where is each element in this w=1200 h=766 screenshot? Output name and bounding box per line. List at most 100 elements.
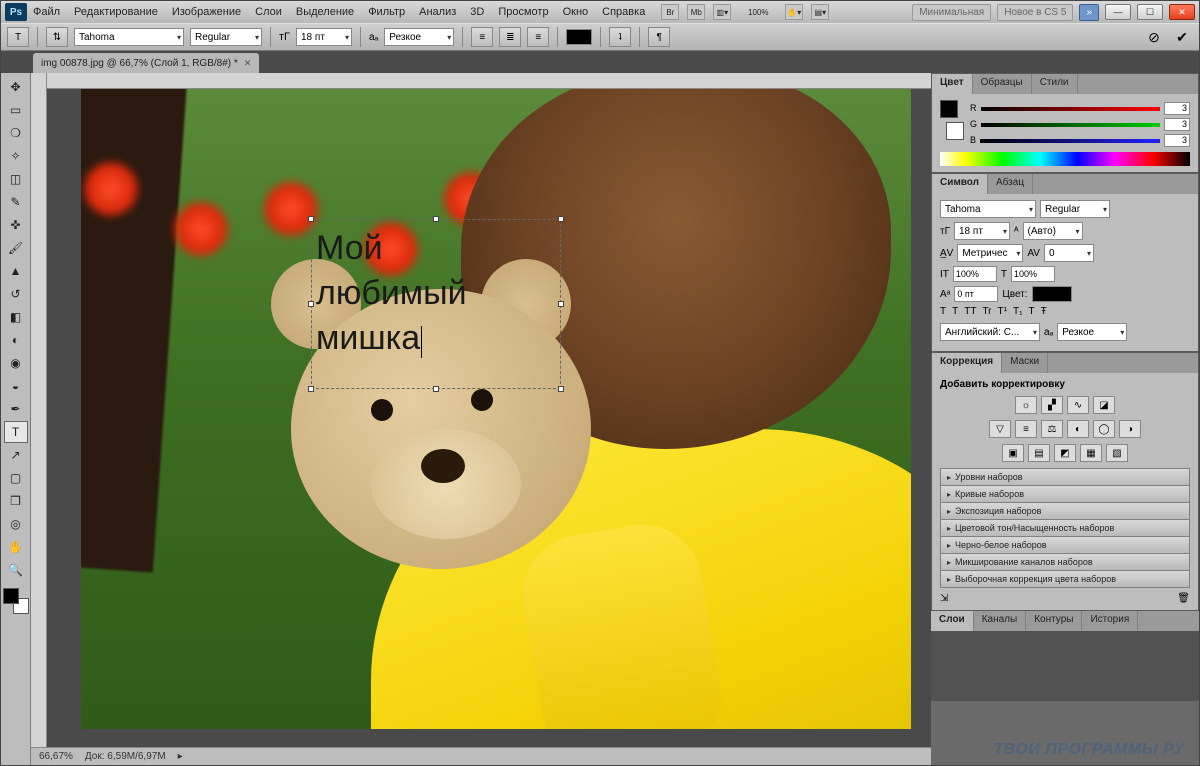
adj-balance-icon[interactable]: ⚖ xyxy=(1041,420,1063,438)
text-style-button[interactable]: T xyxy=(1028,306,1034,317)
bridge-icon[interactable]: Br xyxy=(661,4,679,20)
adj-invert-icon[interactable]: ▣ xyxy=(1002,444,1024,462)
marquee-tool-icon[interactable]: ▭ xyxy=(4,99,28,121)
adjust-preset[interactable]: Кривые наборов xyxy=(940,485,1190,503)
vertical-ruler[interactable] xyxy=(31,73,47,747)
commit-edit-icon[interactable]: ✔ xyxy=(1171,27,1193,47)
cancel-edit-icon[interactable]: ⊘ xyxy=(1143,27,1165,47)
adj-photo-filter-icon[interactable]: ◯ xyxy=(1093,420,1115,438)
workspace-more[interactable]: » xyxy=(1079,4,1099,21)
workspace-minimal[interactable]: Минимальная xyxy=(912,4,991,21)
char-tracking[interactable]: 0 xyxy=(1044,244,1094,262)
adj-poster-icon[interactable]: ▤ xyxy=(1028,444,1050,462)
text-style-button[interactable]: T xyxy=(952,306,958,317)
adj-vibrance-icon[interactable]: ▽ xyxy=(989,420,1011,438)
char-size[interactable]: 18 пт xyxy=(954,222,1010,240)
type-tool-icon[interactable]: T xyxy=(4,421,28,443)
brush-tool-icon[interactable]: 🖌 xyxy=(4,237,28,259)
adjust-preset[interactable]: Черно-белое наборов xyxy=(940,536,1190,554)
adj-gradmap-icon[interactable]: ▦ xyxy=(1080,444,1102,462)
adj-exposure-icon[interactable]: ◪ xyxy=(1093,396,1115,414)
move-tool-icon[interactable]: ✥ xyxy=(4,76,28,98)
text-style-button[interactable]: TT xyxy=(964,306,976,317)
tab-adjustments[interactable]: Коррекция xyxy=(932,353,1002,373)
crop-tool-icon[interactable]: ◫ xyxy=(4,168,28,190)
3d-camera-icon[interactable]: ◎ xyxy=(4,513,28,535)
menu-analysis[interactable]: Анализ xyxy=(419,6,456,18)
menu-image[interactable]: Изображение xyxy=(172,6,241,18)
path-tool-icon[interactable]: ↗ xyxy=(4,444,28,466)
channel-value[interactable] xyxy=(1164,102,1190,115)
tab-swatches[interactable]: Образцы xyxy=(973,74,1032,94)
hand-icon[interactable]: ✋▾ xyxy=(785,4,803,20)
adj-curves-icon[interactable]: ∿ xyxy=(1067,396,1089,414)
menu-view[interactable]: Просмотр xyxy=(498,6,548,18)
adj-threshold-icon[interactable]: ◩ xyxy=(1054,444,1076,462)
adj-bw-icon[interactable]: ◐ xyxy=(1067,420,1089,438)
close-document-icon[interactable]: ✕ xyxy=(244,58,252,69)
tab-masks[interactable]: Маски xyxy=(1002,353,1048,373)
char-vscale[interactable] xyxy=(953,266,997,282)
char-language[interactable]: Английский: С... xyxy=(940,323,1040,341)
tab-paragraph[interactable]: Абзац xyxy=(988,174,1033,194)
menu-file[interactable]: Файл xyxy=(33,6,60,18)
align-center-icon[interactable]: ≣ xyxy=(499,27,521,47)
layers-panel-body[interactable] xyxy=(931,631,1199,701)
stamp-tool-icon[interactable]: ▲ xyxy=(4,260,28,282)
adj-mixer-icon[interactable]: ◑ xyxy=(1119,420,1141,438)
color-picker[interactable] xyxy=(3,588,29,614)
document-tab[interactable]: img 00878.jpg @ 66,7% (Слой 1, RGB/8#) *… xyxy=(33,53,259,73)
text-style-button[interactable]: T₁ xyxy=(1013,306,1022,317)
minimize-button[interactable]: — xyxy=(1105,4,1131,20)
channel-value[interactable] xyxy=(1164,118,1190,131)
orientation-toggle[interactable]: ⇅ xyxy=(46,27,68,47)
zoom-tool-icon[interactable]: 🔍 xyxy=(4,559,28,581)
adjust-preset[interactable]: Цветовой тон/Насыщенность наборов xyxy=(940,519,1190,537)
character-panel-icon[interactable]: ¶ xyxy=(648,27,670,47)
text-edit-box[interactable]: Мой любимый мишка xyxy=(311,219,561,389)
text-style-button[interactable]: Tr xyxy=(982,306,991,317)
char-font-style[interactable]: Regular xyxy=(1040,200,1110,218)
align-left-icon[interactable]: ≡ xyxy=(471,27,493,47)
tab-color[interactable]: Цвет xyxy=(932,74,973,94)
channel-slider[interactable] xyxy=(980,139,1160,143)
tab-paths[interactable]: Контуры xyxy=(1026,611,1082,631)
char-font-family[interactable]: Tahoma xyxy=(940,200,1036,218)
text-style-button[interactable]: T¹ xyxy=(998,306,1007,317)
adj-levels-icon[interactable]: ▞ xyxy=(1041,396,1063,414)
tool-preset-icon[interactable]: T xyxy=(7,27,29,47)
blur-tool-icon[interactable]: ◉ xyxy=(4,352,28,374)
maximize-button[interactable]: ☐ xyxy=(1137,4,1163,20)
menu-layers[interactable]: Слои xyxy=(255,6,282,18)
wand-tool-icon[interactable]: ✧ xyxy=(4,145,28,167)
text-style-button[interactable]: T xyxy=(940,306,946,317)
history-brush-icon[interactable]: ↺ xyxy=(4,283,28,305)
adjust-trash-icon[interactable]: 🗑 xyxy=(1177,593,1190,604)
font-size-dropdown[interactable]: 18 пт xyxy=(296,28,352,46)
3d-tool-icon[interactable]: ❒ xyxy=(4,490,28,512)
close-button[interactable]: ✕ xyxy=(1169,4,1195,20)
mb-icon[interactable]: Mb xyxy=(687,4,705,20)
adjust-preset[interactable]: Выборочная коррекция цвета наборов xyxy=(940,570,1190,588)
adjust-preset[interactable]: Экспозиция наборов xyxy=(940,502,1190,520)
tab-layers[interactable]: Слои xyxy=(931,611,974,631)
warp-text-icon[interactable]: ʇ xyxy=(609,27,631,47)
char-hscale[interactable] xyxy=(1011,266,1055,282)
hand-tool-icon[interactable]: ✋ xyxy=(4,536,28,558)
tab-history[interactable]: История xyxy=(1082,611,1138,631)
menu-edit[interactable]: Редактирование xyxy=(74,6,158,18)
color-spectrum[interactable] xyxy=(940,152,1190,166)
adj-selective-icon[interactable]: ▧ xyxy=(1106,444,1128,462)
horizontal-ruler[interactable] xyxy=(47,73,931,89)
menu-3d[interactable]: 3D xyxy=(470,6,484,18)
gradient-tool-icon[interactable]: ◐ xyxy=(4,329,28,351)
menu-help[interactable]: Справка xyxy=(602,6,645,18)
shape-tool-icon[interactable]: ▢ xyxy=(4,467,28,489)
font-family-dropdown[interactable]: Tahoma xyxy=(74,28,184,46)
tab-character[interactable]: Символ xyxy=(932,174,988,194)
char-kerning[interactable]: Метричес xyxy=(957,244,1023,262)
menu-filter[interactable]: Фильтр xyxy=(368,6,405,18)
tab-channels[interactable]: Каналы xyxy=(974,611,1027,631)
doc-size-label[interactable]: Док: 6,59M/6,97M xyxy=(85,751,166,762)
adj-brightness-icon[interactable]: ☼ xyxy=(1015,396,1037,414)
